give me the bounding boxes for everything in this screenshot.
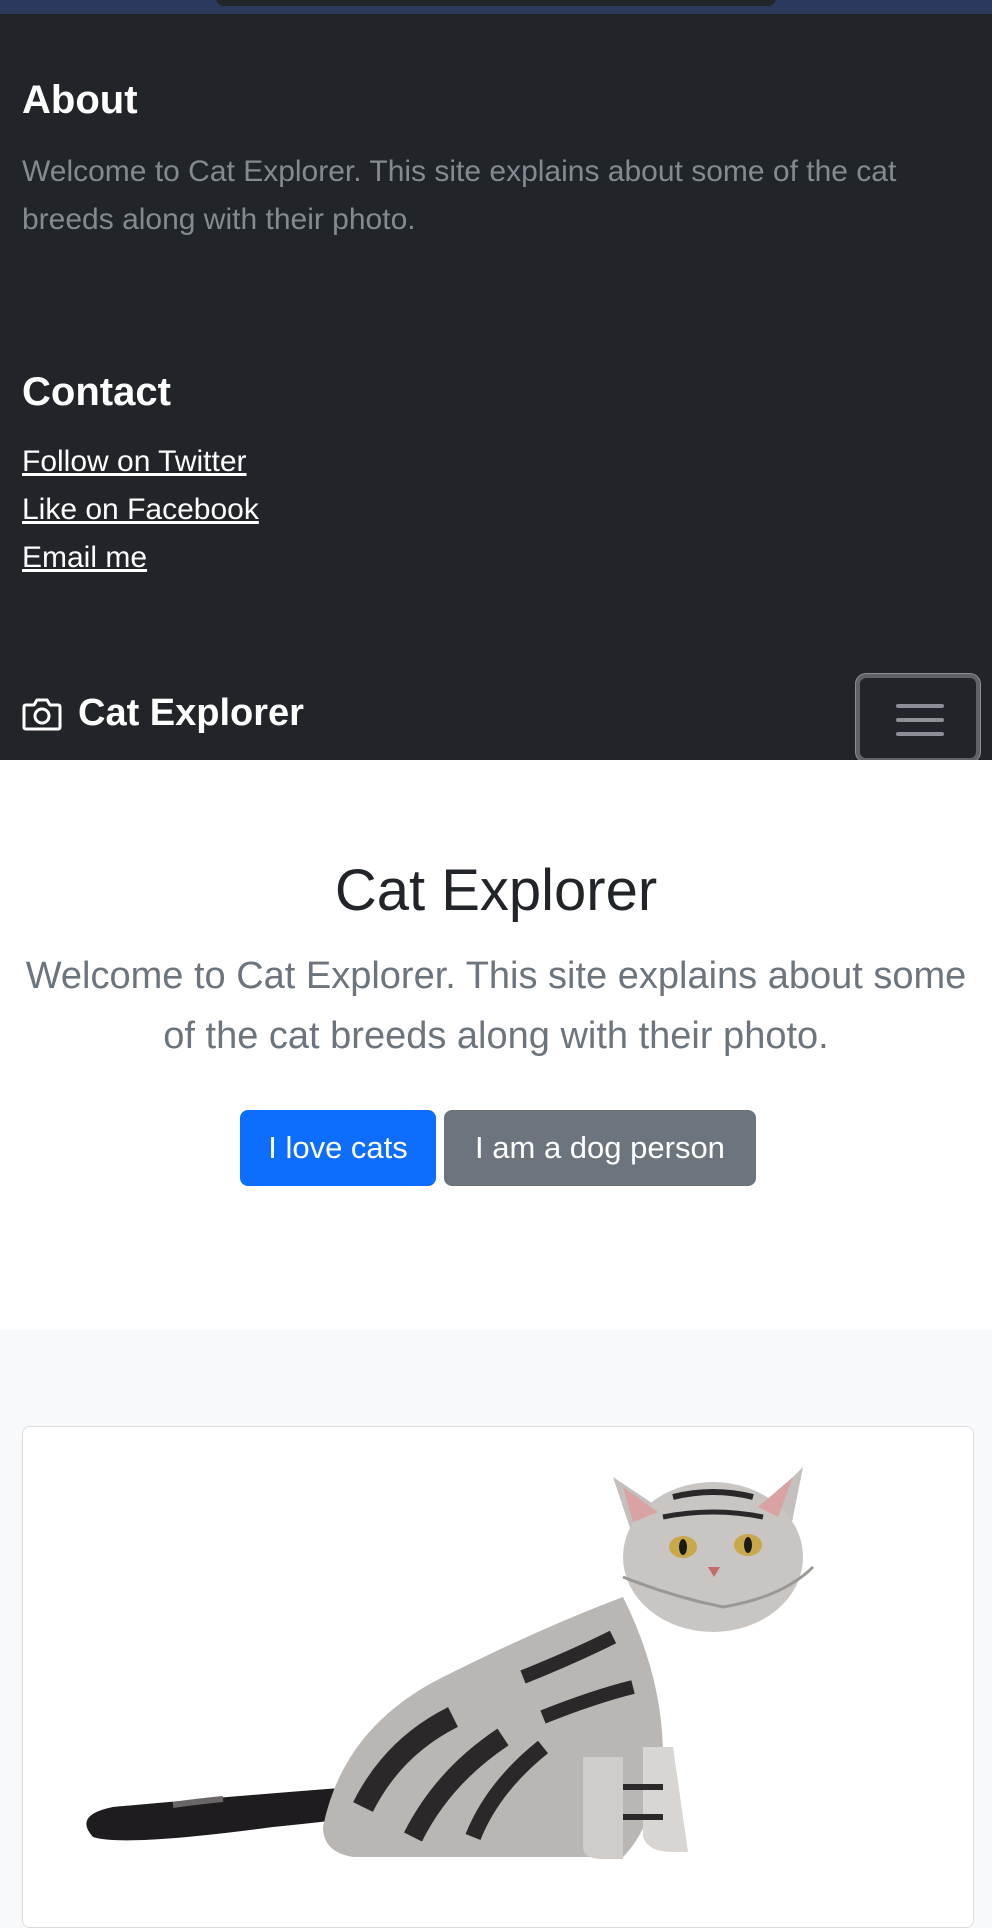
navbar: Cat Explorer <box>0 666 992 770</box>
hero-section: Cat Explorer Welcome to Cat Explorer. Th… <box>0 760 992 1330</box>
navbar-brand[interactable]: Cat Explorer <box>22 692 304 735</box>
dog-person-button[interactable]: I am a dog person <box>444 1110 756 1186</box>
contact-item: Like on Facebook <box>22 486 259 534</box>
facebook-link[interactable]: Like on Facebook <box>22 493 259 526</box>
about-heading: About <box>22 78 138 122</box>
love-cats-button[interactable]: I love cats <box>240 1110 436 1186</box>
hero-lead: Welcome to Cat Explorer. This site expla… <box>25 955 967 1057</box>
hero-title: Cat Explorer <box>334 858 658 923</box>
camera-icon <box>22 698 62 730</box>
cat-card <box>22 1426 974 1928</box>
contact-item: Email me <box>22 534 259 582</box>
navbar-toggler-button[interactable] <box>856 674 980 762</box>
navbar-collapse-panel: About Welcome to Cat Explorer. This site… <box>0 14 992 762</box>
brand-label: Cat Explorer <box>78 692 304 734</box>
top-pill <box>216 0 776 6</box>
email-link[interactable]: Email me <box>22 541 147 574</box>
cat-photo <box>23 1427 973 1927</box>
about-text: Welcome to Cat Explorer. This site expla… <box>22 155 897 236</box>
twitter-link[interactable]: Follow on Twitter <box>22 445 247 478</box>
top-strip <box>0 0 992 14</box>
contact-heading: Contact <box>22 370 171 414</box>
contact-links: Follow on Twitter Like on Facebook Email… <box>22 438 259 582</box>
contact-item: Follow on Twitter <box>22 438 259 486</box>
